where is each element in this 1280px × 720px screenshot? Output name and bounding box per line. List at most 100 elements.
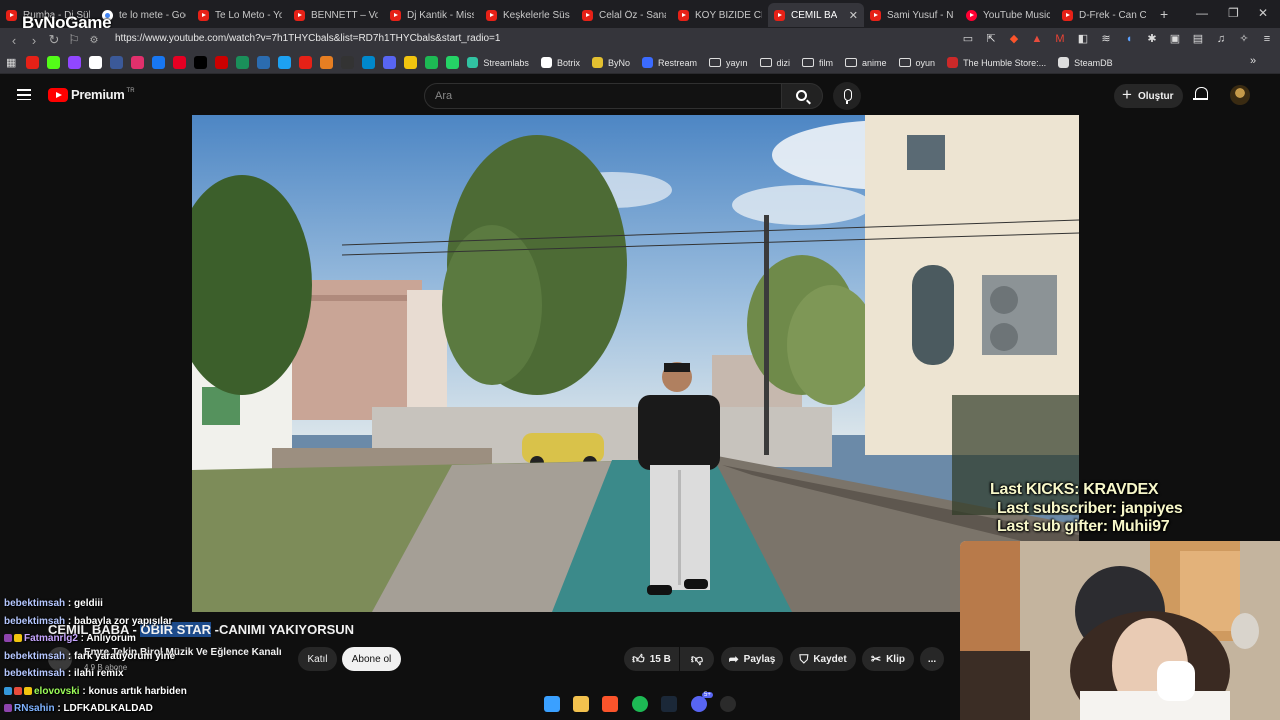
bookmark-item[interactable]: Restream xyxy=(641,57,697,68)
browser-tab[interactable]: Dj Kantik - Miss S xyxy=(384,3,480,27)
url-field[interactable]: https://www.youtube.com/watch?v=7h1THYCb… xyxy=(115,33,500,44)
brave-shields-icon[interactable]: ◆ xyxy=(1007,32,1021,46)
extension-icon-2[interactable]: ≋ xyxy=(1099,32,1113,46)
search-input[interactable]: Ara xyxy=(424,83,782,109)
tab-title: Celal Öz - Sana G xyxy=(599,9,666,21)
discord-icon[interactable] xyxy=(691,696,707,712)
save-button[interactable]: ⛉ Kaydet xyxy=(790,647,856,671)
bookmark-favicon-icon[interactable] xyxy=(131,56,145,69)
search-button[interactable] xyxy=(781,83,823,109)
bookmark-item[interactable]: anime xyxy=(845,58,887,68)
create-button[interactable]: Oluştur xyxy=(1114,84,1183,108)
bookmark-favicon-icon[interactable] xyxy=(47,56,61,69)
minimize-icon[interactable]: — xyxy=(1196,6,1208,20)
browser-tab[interactable]: Keşkelerle Süsler xyxy=(480,3,576,27)
bookmark-favicon-icon[interactable] xyxy=(152,56,166,69)
bookmark-item[interactable]: SteamDB xyxy=(1058,57,1113,68)
bookmark-favicon-icon[interactable] xyxy=(278,56,292,69)
browser-tab[interactable]: D-Frek - Can Can xyxy=(1056,3,1152,27)
bookmark-favicon-icon[interactable] xyxy=(89,56,103,69)
bookmark-page-icon[interactable]: ⚐ xyxy=(64,32,84,48)
bookmark-favicon-icon[interactable] xyxy=(68,56,82,69)
close-window-icon[interactable]: ✕ xyxy=(1258,6,1268,20)
brave-rewards-icon[interactable]: ▲ xyxy=(1030,32,1044,46)
bookmark-item[interactable]: oyun xyxy=(898,58,935,68)
bookmark-favicon-icon[interactable] xyxy=(173,56,187,69)
new-tab-button[interactable]: + xyxy=(1160,6,1168,22)
last-kicks-text: Last KICKS: KRAVDEX xyxy=(990,481,1159,498)
browser-tab[interactable]: Sami Yusuf - Nası xyxy=(864,3,960,27)
subscribe-button[interactable]: Abone ol xyxy=(342,647,401,671)
browser-tab[interactable]: BENNETT – Vois s xyxy=(288,3,384,27)
share-icon[interactable]: ⇱ xyxy=(984,32,998,46)
bookmark-favicon-icon[interactable] xyxy=(257,56,271,69)
browser-tab[interactable]: KOY BİZİDE CENN xyxy=(672,3,768,27)
youtube-play-icon xyxy=(48,87,68,102)
maximize-icon[interactable]: ❐ xyxy=(1228,6,1239,20)
bookmark-favicon-icon[interactable] xyxy=(404,56,418,69)
close-tab-icon[interactable]: ✕ xyxy=(845,9,858,22)
dislike-button[interactable]: 👎︎ xyxy=(680,647,714,671)
brave-icon[interactable] xyxy=(602,696,618,712)
youtube-premium-logo[interactable]: Premium TR xyxy=(48,87,135,102)
leo-icon[interactable]: ✧ xyxy=(1237,32,1251,46)
chat-username: bebektimsah xyxy=(4,668,66,679)
extension-icon-3[interactable]: ◖ xyxy=(1122,32,1136,46)
bookmark-favicon-icon[interactable] xyxy=(320,56,334,69)
browser-tab[interactable]: Te Lo Meto - You xyxy=(192,3,288,27)
clip-button[interactable]: ✂ Klip xyxy=(862,647,914,671)
media-icon[interactable]: ♫ xyxy=(1214,32,1228,46)
file-explorer-icon[interactable] xyxy=(573,696,589,712)
windows-start-icon[interactable] xyxy=(544,696,560,712)
like-button[interactable]: 👍︎ 15 B xyxy=(624,647,679,671)
bookmark-item[interactable]: The Humble Store:... xyxy=(947,57,1046,68)
bookmark-item[interactable]: yayın xyxy=(708,58,748,68)
reload-icon[interactable]: ↻ xyxy=(44,32,64,48)
account-avatar[interactable] xyxy=(1230,85,1250,105)
gmail-icon[interactable]: M xyxy=(1053,32,1067,46)
bookmark-item[interactable]: Streamlabs xyxy=(467,57,529,68)
bookmark-item[interactable]: ByNo xyxy=(591,57,630,68)
browser-tab[interactable]: Celal Öz - Sana G xyxy=(576,3,672,27)
bookmark-favicon-icon[interactable] xyxy=(215,56,229,69)
bookmarks-overflow-icon[interactable]: » xyxy=(1250,55,1256,67)
site-settings-icon[interactable]: ⚙ xyxy=(84,35,104,46)
hamburger-menu-icon[interactable] xyxy=(17,89,31,101)
browser-tab[interactable]: YouTube Music xyxy=(960,3,1056,27)
join-button[interactable]: Katıl xyxy=(298,647,337,671)
extensions-icon[interactable]: ✱ xyxy=(1145,32,1159,46)
bookmark-item[interactable]: film xyxy=(802,58,833,68)
youtube-favicon-icon xyxy=(6,9,17,21)
extension-icon[interactable]: ◧ xyxy=(1076,32,1090,46)
bookmark-favicon-icon[interactable] xyxy=(236,56,250,69)
video-player[interactable] xyxy=(192,115,1079,612)
chat-message: bebektimsah : babayla zor yapışılar xyxy=(4,616,172,627)
steam-icon[interactable] xyxy=(661,696,677,712)
bookmark-favicon-icon[interactable] xyxy=(341,56,355,69)
voice-search-button[interactable] xyxy=(833,82,861,110)
cast-icon[interactable]: ▭ xyxy=(961,32,975,46)
sidebar-icon[interactable]: ▣ xyxy=(1168,32,1182,46)
obs-icon[interactable] xyxy=(720,696,736,712)
bookmark-item[interactable]: dizi xyxy=(759,58,790,68)
logo-text: Premium xyxy=(71,87,125,102)
bookmark-favicon-icon[interactable] xyxy=(299,56,313,69)
forward-icon[interactable]: › xyxy=(24,33,44,48)
more-actions-button[interactable]: ... xyxy=(920,647,944,671)
bookmark-favicon-icon[interactable] xyxy=(110,56,124,69)
share-button[interactable]: ➦ Paylaş xyxy=(721,647,783,671)
bookmark-favicon-icon[interactable] xyxy=(383,56,397,69)
bookmark-item[interactable]: Botrix xyxy=(540,57,580,68)
back-icon[interactable]: ‹ xyxy=(4,33,24,48)
bookmark-favicon-icon[interactable] xyxy=(362,56,376,69)
browser-tab[interactable]: CEMİL BA ✕ xyxy=(768,3,864,27)
wallet-icon[interactable]: ▤ xyxy=(1191,32,1205,46)
bookmark-favicon-icon[interactable] xyxy=(446,56,460,69)
apps-grid-icon[interactable]: ▦ xyxy=(6,56,16,69)
notifications-bell-icon[interactable] xyxy=(1193,87,1208,102)
spotify-icon[interactable] xyxy=(632,696,648,712)
bookmark-favicon-icon[interactable] xyxy=(26,56,40,69)
bookmark-favicon-icon[interactable] xyxy=(194,56,208,69)
bookmark-favicon-icon[interactable] xyxy=(425,56,439,69)
menu-icon[interactable]: ≡ xyxy=(1260,32,1274,46)
